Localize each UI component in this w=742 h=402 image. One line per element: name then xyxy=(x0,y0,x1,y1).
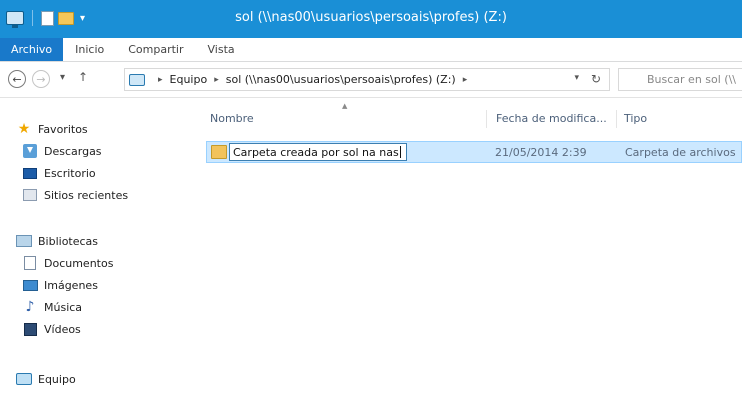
nav-label: Sitios recientes xyxy=(44,188,129,202)
window-title: sol (\\nas00\usuarios\persoais\profes) (… xyxy=(235,10,507,25)
sort-indicator-icon: ▲ xyxy=(342,102,348,110)
videos-icon xyxy=(23,322,37,336)
recent-locations-button[interactable]: ▾ xyxy=(60,72,65,83)
music-icon: ♪ xyxy=(25,299,35,315)
recent-places-icon xyxy=(23,189,37,201)
tab-inicio[interactable]: Inicio xyxy=(63,38,116,61)
address-bar[interactable]: ▸ Equipo ▸ sol (\\nas00\usuarios\persoai… xyxy=(124,68,610,91)
breadcrumb-separator-icon[interactable]: ▸ xyxy=(463,75,468,85)
up-arrow-icon: ↑ xyxy=(78,70,89,84)
navigation-pane: ★ Favoritos Descargas Escritorio Sitios … xyxy=(0,98,190,402)
column-header-date[interactable]: Fecha de modifica... xyxy=(496,112,607,125)
file-name: Carpeta creada por sol na nas xyxy=(233,145,399,159)
column-divider[interactable] xyxy=(486,110,487,128)
forward-button[interactable]: → xyxy=(32,70,50,88)
nav-escritorio[interactable]: Escritorio xyxy=(22,164,96,182)
back-arrow-icon: ← xyxy=(12,72,22,86)
nav-label: Imágenes xyxy=(44,278,98,292)
search-placeholder: Buscar en sol (\\ xyxy=(647,73,737,86)
computer-icon xyxy=(129,73,145,86)
table-row[interactable]: Carpeta creada por sol na nas 21/05/2014… xyxy=(206,141,742,163)
breadcrumb-separator-icon[interactable]: ▸ xyxy=(214,75,219,85)
navigation-bar: ← → ▾ ↑ ▸ Equipo ▸ sol (\\nas00\usuarios… xyxy=(0,62,742,98)
nav-label: Equipo xyxy=(38,372,76,386)
pictures-icon xyxy=(22,279,38,291)
column-header-name[interactable]: Nombre xyxy=(210,112,254,125)
nav-label: Descargas xyxy=(44,144,102,158)
desktop-icon xyxy=(23,167,37,179)
nav-label: Música xyxy=(44,300,83,314)
nav-label: Vídeos xyxy=(44,322,81,336)
nav-musica[interactable]: ♪ Música xyxy=(22,298,83,316)
refresh-icon[interactable]: ↻ xyxy=(591,72,601,86)
rename-input[interactable]: Carpeta creada por sol na nas xyxy=(229,143,407,161)
tab-compartir[interactable]: Compartir xyxy=(116,38,195,61)
up-button[interactable]: ↑ xyxy=(78,70,88,84)
libraries-icon xyxy=(16,235,32,247)
column-header-type[interactable]: Tipo xyxy=(624,112,647,125)
nav-label: Escritorio xyxy=(44,166,96,180)
nav-equipo[interactable]: Equipo xyxy=(16,370,76,388)
file-date: 21/05/2014 2:39 xyxy=(495,146,587,159)
folder-icon xyxy=(211,145,227,159)
search-input[interactable]: Buscar en sol (\\ xyxy=(618,68,742,91)
nav-videos[interactable]: Vídeos xyxy=(22,320,81,338)
file-list: ▲ Nombre Fecha de modifica... Tipo Carpe… xyxy=(190,98,742,402)
nav-sitios-recientes[interactable]: Sitios recientes xyxy=(22,186,128,204)
breadcrumb-separator-icon[interactable]: ▸ xyxy=(158,75,163,85)
column-divider[interactable] xyxy=(616,110,617,128)
text-caret xyxy=(399,146,401,158)
nav-descargas[interactable]: Descargas xyxy=(22,142,102,160)
file-type: Carpeta de archivos xyxy=(625,146,736,159)
chevron-down-icon: ▾ xyxy=(60,72,66,83)
forward-arrow-icon: → xyxy=(36,72,46,86)
tab-vista[interactable]: Vista xyxy=(196,38,247,61)
nav-label: Bibliotecas xyxy=(38,234,99,248)
back-button[interactable]: ← xyxy=(8,70,26,88)
nav-favoritos[interactable]: ★ Favoritos xyxy=(16,120,88,138)
breadcrumb-equipo[interactable]: Equipo xyxy=(170,73,208,86)
nav-documentos[interactable]: Documentos xyxy=(22,254,113,272)
nav-label: Documentos xyxy=(44,256,114,270)
documents-icon xyxy=(24,256,36,270)
nav-label: Favoritos xyxy=(38,122,88,136)
nav-imagenes[interactable]: Imágenes xyxy=(22,276,98,294)
address-dropdown-icon[interactable]: ▾ xyxy=(574,73,579,83)
title-bar: ▾ sol (\\nas00\usuarios\persoais\profes)… xyxy=(0,0,742,38)
computer-icon xyxy=(16,373,32,385)
ribbon-tabs: Archivo Inicio Compartir Vista xyxy=(0,38,742,62)
star-icon: ★ xyxy=(17,121,31,137)
tab-archivo[interactable]: Archivo xyxy=(0,38,64,61)
download-icon xyxy=(23,144,37,158)
nav-bibliotecas[interactable]: Bibliotecas xyxy=(16,232,98,250)
breadcrumb-current-folder[interactable]: sol (\\nas00\usuarios\persoais\profes) (… xyxy=(226,73,456,86)
